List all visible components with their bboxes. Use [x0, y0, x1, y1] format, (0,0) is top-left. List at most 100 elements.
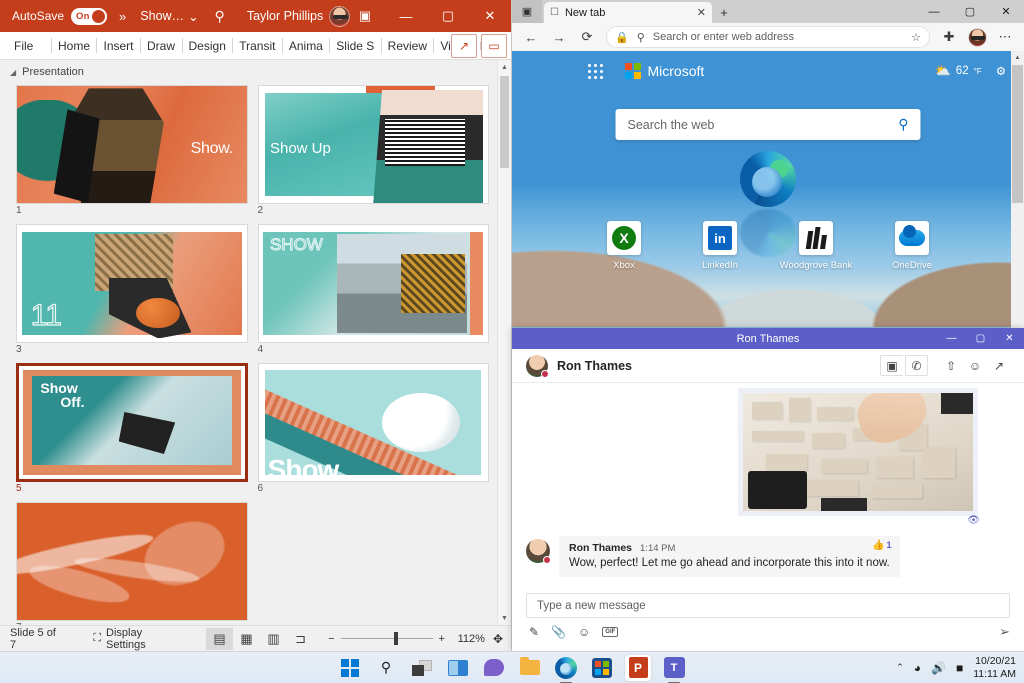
- edge-button[interactable]: [553, 655, 579, 681]
- search-icon[interactable]: ⚲: [898, 116, 908, 133]
- slide-item-4[interactable]: SHOW 4: [258, 224, 490, 355]
- gear-icon[interactable]: ⚙: [996, 64, 1006, 78]
- search-button[interactable]: ⚲: [373, 655, 399, 681]
- search-input[interactable]: Search the web ⚲: [616, 109, 921, 140]
- clock[interactable]: 10/20/21 11:11 AM: [973, 655, 1016, 679]
- add-people-button[interactable]: ☺: [964, 356, 986, 376]
- quick-link-woodgrove-bank[interactable]: Woodgrove Bank: [790, 221, 842, 271]
- slide-thumbnail[interactable]: Show Up: [258, 85, 490, 204]
- fit-to-window-icon[interactable]: ✥: [493, 632, 503, 646]
- triangle-collapse-icon[interactable]: ◢: [10, 68, 16, 77]
- quick-link-onedrive[interactable]: OneDrive: [886, 221, 938, 271]
- share-button[interactable]: ↗: [451, 34, 477, 58]
- zoom-level-label[interactable]: 112%: [451, 633, 485, 645]
- presentation-section-header[interactable]: ◢ Presentation: [0, 60, 511, 82]
- ribbon-display-options-icon[interactable]: ▣: [345, 0, 385, 32]
- ribbon-tab-review[interactable]: Review: [381, 32, 434, 59]
- ribbon-tab-transitions[interactable]: Transit: [232, 32, 282, 59]
- giphy-button[interactable]: GIF: [602, 627, 618, 637]
- quick-link-linkedin[interactable]: in LinkedIn: [694, 221, 746, 271]
- close-button[interactable]: ✕: [469, 0, 511, 32]
- document-name[interactable]: Show… ⌄: [140, 9, 198, 24]
- attach-button[interactable]: 📎: [551, 625, 566, 639]
- audio-call-button[interactable]: ✆: [905, 355, 928, 376]
- task-view-button[interactable]: [409, 655, 435, 681]
- forward-button[interactable]: →: [546, 25, 572, 49]
- teams-button[interactable]: T: [661, 655, 687, 681]
- app-launcher-icon[interactable]: [588, 64, 603, 79]
- microsoft-logo[interactable]: Microsoft: [625, 63, 704, 79]
- powerpoint-button[interactable]: P: [625, 655, 651, 681]
- ribbon-tab-home[interactable]: Home: [51, 32, 96, 59]
- thumbnail-panel-scrollbar[interactable]: ▲ ▼: [497, 60, 511, 625]
- display-settings-button[interactable]: ⛶ Display Settings: [93, 627, 182, 651]
- maximize-button[interactable]: ▢: [427, 0, 469, 32]
- comments-button[interactable]: ▭: [481, 34, 507, 58]
- normal-view-button[interactable]: ▤: [206, 628, 233, 650]
- format-button[interactable]: ✎: [529, 625, 539, 639]
- maximize-button[interactable]: ▢: [966, 328, 995, 349]
- settings-and-more-button[interactable]: ⋯: [992, 25, 1018, 49]
- chat-button[interactable]: [481, 655, 507, 681]
- ribbon-tab-insert[interactable]: Insert: [96, 32, 140, 59]
- zoom-in-button[interactable]: +: [439, 633, 445, 645]
- slide-thumbnail[interactable]: 11: [16, 224, 248, 343]
- emoji-button[interactable]: ☺: [578, 625, 590, 639]
- account-chip[interactable]: Taylor Phillips: [247, 6, 350, 27]
- back-button[interactable]: ←: [518, 25, 544, 49]
- scrollbar-thumb[interactable]: [500, 76, 509, 168]
- site-info-icon[interactable]: 🔒: [615, 31, 629, 44]
- message-bubble[interactable]: Ron Thames 1:14 PM Wow, perfect! Let me …: [559, 536, 900, 577]
- zoom-slider-handle[interactable]: [394, 632, 398, 645]
- message-image-attachment[interactable]: 👁: [738, 388, 978, 516]
- scroll-up-arrow-icon[interactable]: ▲: [1011, 51, 1024, 64]
- reading-view-button[interactable]: ▥: [260, 628, 287, 650]
- slide-item-6[interactable]: Show. 6: [258, 363, 490, 494]
- quick-access-overflow-icon[interactable]: »: [119, 9, 126, 24]
- send-icon[interactable]: ➢: [999, 624, 1010, 640]
- refresh-button[interactable]: ⟳: [574, 25, 600, 49]
- quick-link-xbox[interactable]: X Xbox: [598, 221, 650, 271]
- show-hidden-icons-button[interactable]: ⌃: [896, 662, 904, 673]
- slide-sorter-button[interactable]: ▦: [233, 628, 260, 650]
- volume-icon[interactable]: 🔊: [931, 661, 946, 675]
- start-button[interactable]: [337, 655, 363, 681]
- slide-thumbnail[interactable]: Show.: [258, 363, 490, 482]
- message-reaction[interactable]: 👍 1: [872, 540, 892, 551]
- slide-item-2[interactable]: Show Up 2: [258, 85, 490, 216]
- slideshow-button[interactable]: ⊐: [287, 628, 314, 650]
- ribbon-tab-draw[interactable]: Draw: [140, 32, 182, 59]
- minimize-button[interactable]: —: [937, 328, 966, 349]
- ribbon-tab-slide-show[interactable]: Slide S: [329, 32, 380, 59]
- new-tab-button[interactable]: +: [712, 2, 736, 23]
- battery-icon[interactable]: ■: [956, 661, 963, 675]
- scrollbar-thumb[interactable]: [1012, 65, 1023, 203]
- file-explorer-button[interactable]: [517, 655, 543, 681]
- slide-thumbnail[interactable]: ShowOff.: [16, 363, 248, 482]
- message-input[interactable]: Type a new message: [526, 593, 1010, 618]
- maximize-button[interactable]: ▢: [952, 0, 988, 23]
- seen-by-icon[interactable]: 👁: [967, 515, 980, 526]
- slide-thumbnail[interactable]: SHOW: [258, 224, 490, 343]
- store-button[interactable]: [589, 655, 615, 681]
- zoom-out-button[interactable]: −: [328, 633, 334, 645]
- widgets-button[interactable]: [445, 655, 471, 681]
- profile-avatar[interactable]: [964, 25, 990, 49]
- address-bar[interactable]: 🔒 ⚲ Search or enter web address ☆: [606, 26, 930, 48]
- close-button[interactable]: ✕: [988, 0, 1024, 23]
- slide-thumbnail[interactable]: Show.: [16, 85, 248, 204]
- add-favorite-icon[interactable]: ☆: [911, 31, 921, 44]
- search-icon[interactable]: ⚲: [215, 8, 225, 25]
- ribbon-tab-design[interactable]: Design: [182, 32, 233, 59]
- wifi-icon[interactable]: ◕: [914, 661, 921, 675]
- slide-item-3[interactable]: 11 3: [16, 224, 248, 355]
- close-tab-icon[interactable]: ✕: [697, 6, 706, 19]
- browser-tab[interactable]: ☐ New tab ✕: [544, 2, 712, 23]
- scroll-down-arrow-icon[interactable]: ▼: [498, 611, 511, 625]
- weather-widget[interactable]: ⛅ 62 °F: [935, 63, 982, 79]
- ribbon-tab-file[interactable]: File: [0, 32, 43, 59]
- minimize-button[interactable]: —: [385, 0, 427, 32]
- scroll-up-arrow-icon[interactable]: ▲: [498, 60, 511, 74]
- close-button[interactable]: ✕: [995, 328, 1024, 349]
- zoom-slider[interactable]: [341, 638, 433, 639]
